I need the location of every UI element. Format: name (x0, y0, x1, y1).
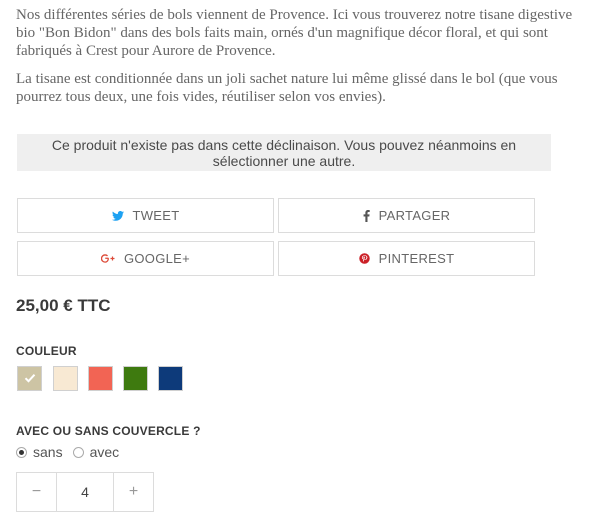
checkmark-icon (24, 370, 36, 388)
description-paragraph-1: Nos différentes séries de bols viennent … (16, 7, 573, 59)
google-plus-share-button[interactable]: GOOGLE+ (17, 241, 274, 276)
pinterest-share-button[interactable]: PINTEREST (278, 241, 535, 276)
google-plus-label: GOOGLE+ (123, 251, 191, 266)
tweet-button[interactable]: TWEET (17, 198, 274, 233)
facebook-share-button[interactable]: PARTAGER (278, 198, 535, 233)
quantity-stepper: − 4 + (16, 472, 154, 512)
quantity-decrease-button[interactable]: − (17, 473, 56, 511)
availability-notice-text: Ce produit n'existe pas dans cette décli… (51, 136, 517, 169)
radio-sans-label[interactable]: sans (33, 444, 63, 460)
color-label: COULEUR (16, 344, 77, 358)
color-swatch-bleu[interactable] (158, 366, 183, 391)
partager-label: PARTAGER (378, 208, 451, 223)
color-swatch-corail[interactable] (88, 366, 113, 391)
color-swatch-creme[interactable] (53, 366, 78, 391)
lid-radio-group: sans avec (16, 444, 129, 460)
google-plus-icon (100, 253, 115, 265)
product-price: 25,00 € TTC (16, 296, 111, 315)
availability-notice: Ce produit n'existe pas dans cette décli… (17, 134, 551, 171)
radio-avec[interactable] (72, 446, 84, 458)
facebook-icon (363, 209, 370, 222)
quantity-increase-button[interactable]: + (114, 473, 153, 511)
quantity-input[interactable]: 4 (56, 473, 114, 511)
radio-sans[interactable] (16, 446, 27, 458)
description-paragraph-2: La tisane est conditionnée dans un joli … (16, 71, 558, 105)
tweet-label: TWEET (132, 208, 180, 223)
pinterest-label: PINTEREST (378, 251, 455, 266)
twitter-icon (111, 210, 124, 221)
lid-option-label: AVEC OU SANS COUVERCLE ? (16, 424, 201, 438)
color-swatch-vert[interactable] (123, 366, 148, 391)
radio-avec-label[interactable]: avec (90, 444, 120, 460)
pinterest-icon (358, 253, 370, 264)
color-swatch-beige[interactable] (17, 366, 42, 391)
product-description: Nos différentes séries de bols viennent … (16, 6, 576, 116)
